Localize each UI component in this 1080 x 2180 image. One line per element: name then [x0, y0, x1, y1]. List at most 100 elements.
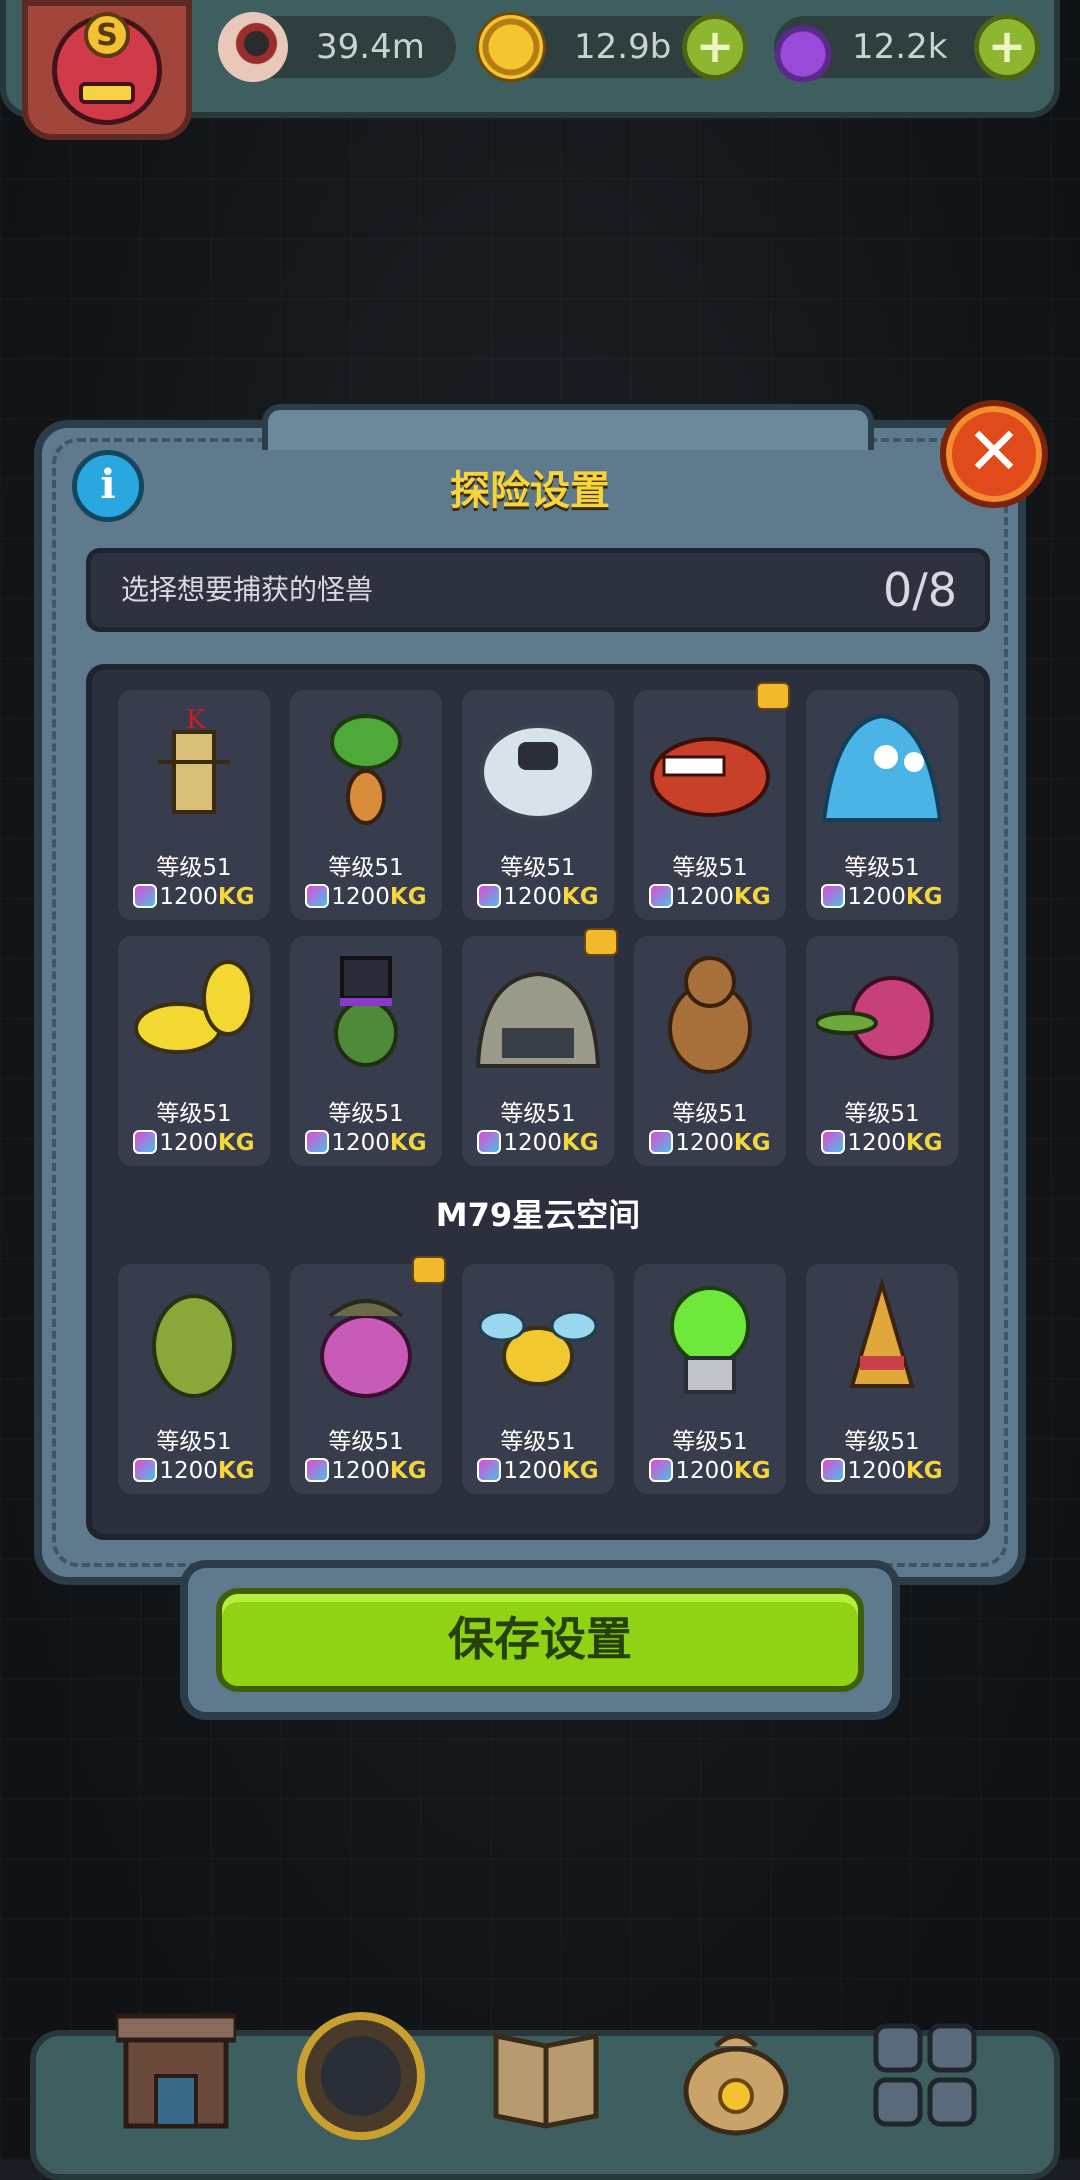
- weight-value: 1200: [331, 1458, 390, 1484]
- brown-bear-icon: [668, 956, 752, 1074]
- weight-value: 1200: [159, 1458, 218, 1484]
- weight-value: 1200: [847, 1130, 906, 1156]
- weight-bag-icon: [821, 1458, 846, 1482]
- weight-value: 1200: [331, 1130, 390, 1156]
- selection-prompt: 选择想要捕获的怪兽 0/8: [86, 548, 990, 632]
- weight-unit: KG: [733, 1130, 771, 1156]
- weight-value: 1200: [503, 1130, 562, 1156]
- monster-card[interactable]: 等级51 1200KG: [290, 936, 442, 1166]
- weight-value: 1200: [675, 884, 734, 910]
- monster-weight: 1200KG: [634, 1130, 786, 1156]
- nav-shop[interactable]: [113, 1996, 246, 2146]
- add-coins-button[interactable]: +: [682, 14, 748, 80]
- close-button[interactable]: ✕: [940, 400, 1048, 508]
- weight-bag-icon: [477, 1130, 502, 1154]
- weight-bag-icon: [649, 1130, 674, 1154]
- green-pod-icon: [152, 1294, 236, 1398]
- monster-weight: 1200KG: [118, 1130, 270, 1156]
- monster-weight: 1200KG: [806, 1130, 958, 1156]
- monster-card[interactable]: 等级51 1200KG: [118, 936, 270, 1166]
- blue-slime-icon: [821, 713, 943, 822]
- weight-bag-icon: [649, 1458, 674, 1482]
- monster-card[interactable]: 等级51 1200KG: [634, 682, 790, 920]
- weight-unit: KG: [905, 1458, 943, 1484]
- monster-weight: 1200KG: [634, 1458, 786, 1484]
- king-scarecrow-icon: K: [158, 705, 230, 814]
- monster-face-icon: S: [52, 12, 162, 125]
- weight-bag-icon: [649, 884, 674, 908]
- weight-bag-icon: [133, 1458, 158, 1482]
- purple-beet-icon: [320, 1299, 412, 1398]
- save-button-frame: 保存设置: [180, 1560, 900, 1720]
- weight-value: 1200: [159, 1130, 218, 1156]
- monster-level: 等级51: [672, 855, 748, 881]
- info-button[interactable]: i: [72, 450, 144, 522]
- money-bag-icon: [683, 2033, 789, 2136]
- monster-weight: 1200KG: [290, 884, 442, 910]
- monster-card[interactable]: 等级51 1200KG: [462, 928, 618, 1166]
- bottom-nav: [30, 2012, 1060, 2180]
- red-dragon-icon: [650, 737, 770, 817]
- coins-count: 12.9b: [574, 27, 672, 67]
- yeti-icon: [480, 724, 596, 820]
- nav-monster-home[interactable]: [296, 1996, 426, 2146]
- monster-level: 等级51: [844, 1101, 920, 1127]
- weight-unit: KG: [217, 884, 255, 910]
- monster-card[interactable]: 等级51 1200KG: [806, 1264, 958, 1494]
- monster-card[interactable]: 等级51 1200KG: [634, 936, 786, 1166]
- monster-card[interactable]: 等级51 1200KG: [806, 936, 958, 1166]
- eye-mound-icon: [475, 971, 601, 1068]
- modal-title: 探险设置: [450, 468, 610, 514]
- weight-unit: KG: [217, 1458, 255, 1484]
- monster-level: 等级51: [672, 1429, 748, 1455]
- monster-card[interactable]: 等级51 1200KG: [290, 1256, 446, 1494]
- weight-value: 1200: [159, 884, 218, 910]
- mandrake-icon: [330, 714, 402, 825]
- weight-bag-icon: [821, 884, 846, 908]
- book-icon: [493, 2032, 599, 2129]
- monster-card[interactable]: 等级51 1200KG: [462, 690, 614, 920]
- expedition-settings-modal: 探险设置 i ✕ 选择想要捕获的怪兽 0/8 K 等级51 1200KG 等级51 12…: [34, 400, 1048, 1585]
- prompt-text: 选择想要捕获的怪兽: [121, 573, 374, 606]
- monster-level: 等级51: [328, 1429, 404, 1455]
- nav-bag[interactable]: [676, 1996, 806, 2146]
- monster-weight: 1200KG: [290, 1458, 442, 1484]
- weight-bag-icon: [133, 1130, 158, 1154]
- monster-card[interactable]: 等级51 1200KG: [462, 1264, 614, 1494]
- weight-value: 1200: [847, 884, 906, 910]
- nav-collection[interactable]: [866, 1996, 996, 2146]
- monster-card[interactable]: 等级51 1200KG: [118, 1264, 270, 1494]
- monster-level: 等级51: [500, 1429, 576, 1455]
- monster-weight: 1200KG: [806, 1458, 958, 1484]
- yellow-lizard-icon: [134, 960, 254, 1054]
- monster-level: 等级51: [500, 1101, 576, 1127]
- monster-card[interactable]: K 等级51 1200KG: [118, 690, 270, 920]
- weight-bag-icon: [305, 1130, 330, 1154]
- save-settings-button[interactable]: 保存设置: [216, 1588, 864, 1692]
- monster-card[interactable]: 等级51 1200KG: [634, 1264, 786, 1494]
- selection-count: 0/8: [882, 563, 957, 617]
- coin-icon: [476, 12, 546, 82]
- monster-grid-1: K 等级51 1200KG 等级51 1200KG 等级51 1200KG 等级51 1200K…: [118, 682, 958, 1166]
- grid-menu-icon: [873, 2023, 977, 2127]
- weight-unit: KG: [561, 1458, 599, 1484]
- monster-card[interactable]: 等级51 1200KG: [806, 690, 958, 920]
- weight-bag-icon: [477, 884, 502, 908]
- player-badge[interactable]: S: [22, 0, 192, 140]
- add-potions-button[interactable]: +: [974, 14, 1040, 80]
- monster-weight: 1200KG: [118, 1458, 270, 1484]
- weight-unit: KG: [389, 884, 427, 910]
- coins-resource: 12.9b +: [476, 12, 748, 82]
- monster-card[interactable]: 等级51 1200KG: [290, 690, 442, 920]
- weight-unit: KG: [389, 1130, 427, 1156]
- weight-bag-icon: [133, 884, 158, 908]
- monster-weight: 1200KG: [462, 1130, 614, 1156]
- weight-unit: KG: [561, 1130, 599, 1156]
- weight-unit: KG: [905, 884, 943, 910]
- monster-level: 等级51: [844, 1429, 920, 1455]
- monster-level: 等级51: [500, 855, 576, 881]
- new-badge-icon: [584, 928, 618, 956]
- weight-value: 1200: [847, 1458, 906, 1484]
- monster-weight: 1200KG: [462, 1458, 614, 1484]
- nav-book[interactable]: [486, 1996, 616, 2146]
